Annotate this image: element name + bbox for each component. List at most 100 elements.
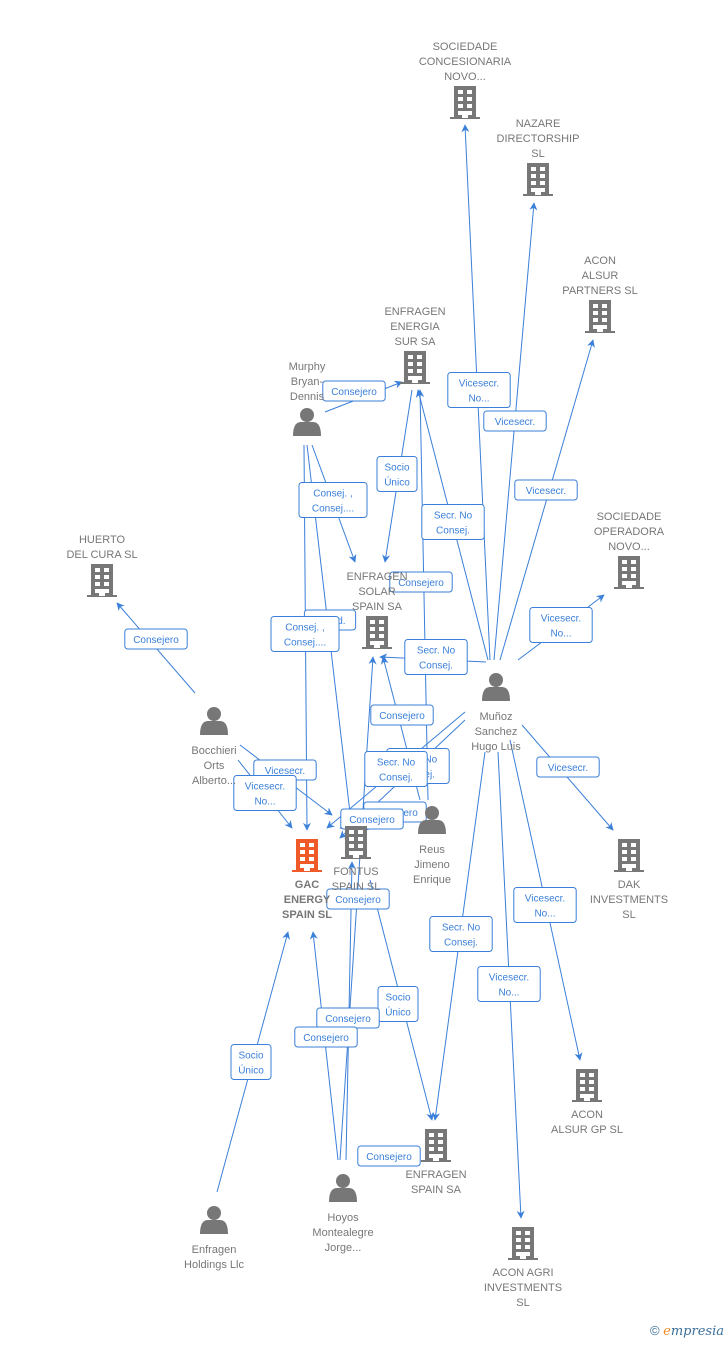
node-acon_agri[interactable]: ACON AGRI INVESTMENTS SL — [484, 1227, 562, 1309]
node-acon_gp[interactable]: ACON ALSUR GP SL — [551, 1069, 623, 1136]
edge-label[interactable]: Consejero — [370, 704, 434, 726]
building-icon — [341, 826, 371, 859]
building-icon — [523, 163, 553, 196]
node-murphy[interactable]: Murphy Bryan- Dennis — [289, 361, 326, 436]
edge-label[interactable]: Vicesecr. — [483, 410, 547, 432]
node-soc_conc[interactable]: SOCIEDADE CONCESIONARIA NOVO... — [419, 41, 512, 119]
node-bocchieri[interactable]: Bocchieri Orts Alberto... — [191, 707, 237, 787]
node-enf_sur[interactable]: ENFRAGEN ENERGIA SUR SA — [384, 306, 446, 384]
node-nazare[interactable]: NAZARE DIRECTORSHIP SL — [497, 118, 580, 196]
edge-label-text: Socio — [385, 993, 410, 1004]
node-label: ALSUR GP SL — [551, 1124, 623, 1136]
edge-label[interactable]: Vicesecr. No... — [233, 775, 297, 811]
node-label: SL — [531, 148, 544, 160]
edge-label-text: No... — [534, 909, 555, 920]
edge-label[interactable]: Consejero — [316, 1007, 380, 1029]
node-munoz[interactable]: Muñoz Sanchez Hugo Luis — [471, 673, 521, 753]
node-label: SL — [516, 1297, 529, 1309]
node-label: HUERTO — [79, 534, 125, 546]
edge-label[interactable]: Consejero — [357, 1145, 421, 1167]
node-label: ACON — [584, 255, 616, 267]
node-holdings[interactable]: Enfragen Holdings Llc — [184, 1206, 244, 1271]
node-label: Holdings Llc — [184, 1259, 244, 1271]
edge-label-text: Consejero — [349, 815, 395, 826]
edge-label[interactable]: Consejero — [124, 628, 188, 650]
edge-label-text: No... — [498, 988, 519, 999]
edge-label[interactable]: Vicesecr. — [514, 479, 578, 501]
node-acon_partners[interactable]: ACON ALSUR PARTNERS SL — [562, 255, 638, 333]
node-label: Hoyos — [327, 1212, 359, 1224]
edge-label[interactable]: Vicesecr. No... — [513, 887, 577, 923]
building-icon — [614, 839, 644, 872]
node-fontus[interactable]: FONTUS SPAIN SL — [332, 826, 381, 893]
edge-label[interactable]: Consejero — [294, 1026, 358, 1048]
node-label: ENFRAGEN — [384, 306, 445, 318]
node-label: Murphy — [289, 361, 326, 373]
node-label: INVESTMENTS — [590, 894, 668, 906]
node-dak[interactable]: DAK INVESTMENTS SL — [590, 839, 668, 921]
edge-label[interactable]: Socio Único — [377, 986, 419, 1022]
edge-label[interactable]: Secr. No Consej. — [404, 639, 468, 675]
edge-label[interactable]: Socio Único — [230, 1044, 272, 1080]
edge-label[interactable]: Consejero — [322, 380, 386, 402]
node-label: Jimeno — [414, 859, 449, 871]
edge-label[interactable]: Secr. No Consej. — [364, 751, 428, 787]
edge-label-text: Consejero — [335, 895, 381, 906]
edge-label-text: Consejero — [303, 1033, 349, 1044]
node-label: Enfragen — [192, 1244, 237, 1256]
node-label: SPAIN SL — [282, 909, 332, 921]
edge-label-text: Consej. — [436, 526, 470, 537]
node-label: ACON AGRI — [492, 1267, 553, 1279]
node-label: INVESTMENTS — [484, 1282, 562, 1294]
edge-label-text: Consejero — [133, 635, 179, 646]
node-enf_solar[interactable]: ENFRAGEN SOLAR SPAIN SA — [346, 571, 408, 649]
node-label: FONTUS — [333, 866, 378, 878]
edge-label-text: Vicesecr. — [459, 379, 499, 390]
node-label: SPAIN SA — [352, 601, 403, 613]
edge-label-text: Consejero — [366, 1152, 412, 1163]
edge-label[interactable]: Consej. , Consej.... — [298, 482, 368, 518]
node-label: SOLAR — [358, 586, 395, 598]
node-label: SUR SA — [395, 336, 437, 348]
node-gac[interactable]: GAC ENERGY SPAIN SL — [282, 839, 332, 921]
node-label: Bryan- — [291, 376, 324, 388]
empresia-watermark: © empresia — [650, 1323, 724, 1339]
node-label: Bocchieri — [191, 745, 236, 757]
edge-label[interactable]: Vicesecr. No... — [529, 607, 593, 643]
node-label: Enrique — [413, 874, 451, 886]
node-label: NAZARE — [516, 118, 561, 130]
edge-label[interactable]: Vicesecr. — [536, 756, 600, 778]
node-label: ENFRAGEN — [405, 1169, 466, 1181]
person-icon — [482, 673, 510, 701]
edge-reus-to-enf_sur — [416, 389, 429, 801]
edge-label-text: Secr. No — [417, 646, 456, 657]
node-label: NOVO... — [444, 71, 486, 83]
building-icon — [362, 616, 392, 649]
edge-label-text: Socio — [238, 1051, 263, 1062]
node-label: SL — [622, 909, 635, 921]
edge-label-text: Consej. , — [313, 489, 352, 500]
edge-label-text: Vicesecr. — [541, 614, 581, 625]
edge-label-text: Consej.... — [312, 504, 354, 515]
node-label: DAK — [618, 879, 641, 891]
edge-label-text: Vicesecr. — [495, 417, 535, 428]
edge-label[interactable]: Secr. No Consej. — [421, 504, 485, 540]
edge-label[interactable]: Vicesecr. No... — [447, 372, 511, 408]
edge-label-text: Vicesecr. — [525, 894, 565, 905]
node-soc_oper[interactable]: SOCIEDADE OPERADORA NOVO... — [594, 511, 665, 589]
node-hoyos[interactable]: Hoyos Montealegre Jorge... — [312, 1174, 374, 1254]
edge-label-text: Vicesecr. — [526, 486, 566, 497]
edge-label[interactable]: Secr. No Consej. — [429, 916, 493, 952]
building-icon — [421, 1129, 451, 1162]
node-huerto[interactable]: HUERTO DEL CURA SL — [66, 534, 138, 597]
edge-label[interactable]: Socio Único — [376, 456, 418, 492]
edge-label[interactable]: Vicesecr. No... — [477, 966, 541, 1002]
edge-label[interactable]: Consej. , Consej.... — [270, 616, 340, 652]
node-label: SPAIN SL — [332, 881, 381, 893]
edge-label-text: Consej. — [379, 773, 413, 784]
node-label: Reus — [419, 844, 445, 856]
brand-name: mpresia — [670, 1324, 724, 1339]
node-label: DEL CURA SL — [66, 549, 137, 561]
edge-label-text: Único — [238, 1064, 264, 1077]
node-label: Muñoz — [479, 711, 512, 723]
